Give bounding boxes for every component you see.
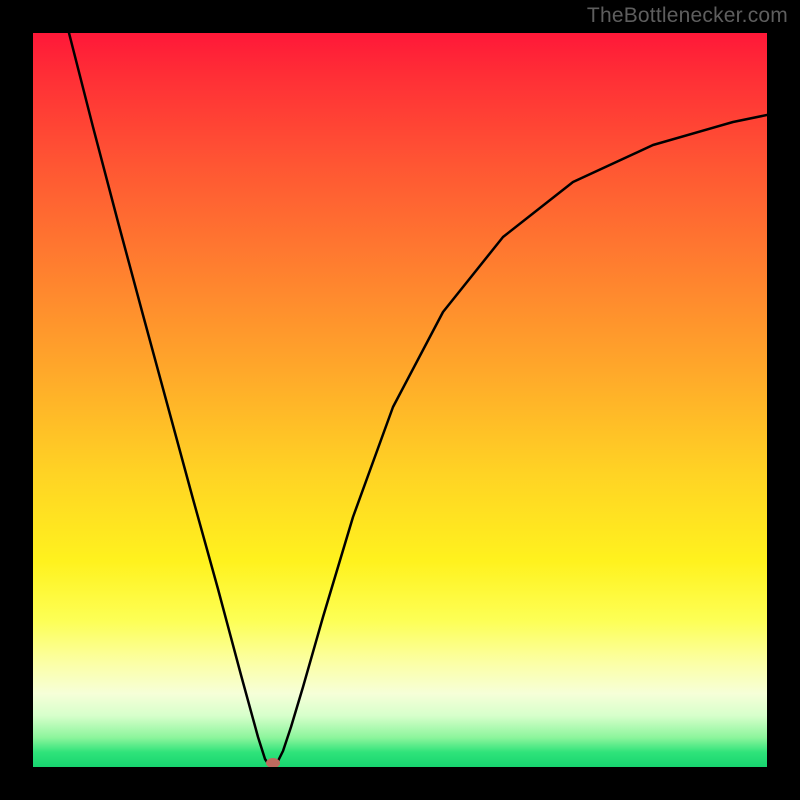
- chart-frame: TheBottlenecker.com: [0, 0, 800, 800]
- chart-svg: [33, 33, 767, 767]
- chart-plot-area: [33, 33, 767, 767]
- bottleneck-curve: [69, 33, 767, 767]
- attribution-label: TheBottlenecker.com: [587, 4, 788, 28]
